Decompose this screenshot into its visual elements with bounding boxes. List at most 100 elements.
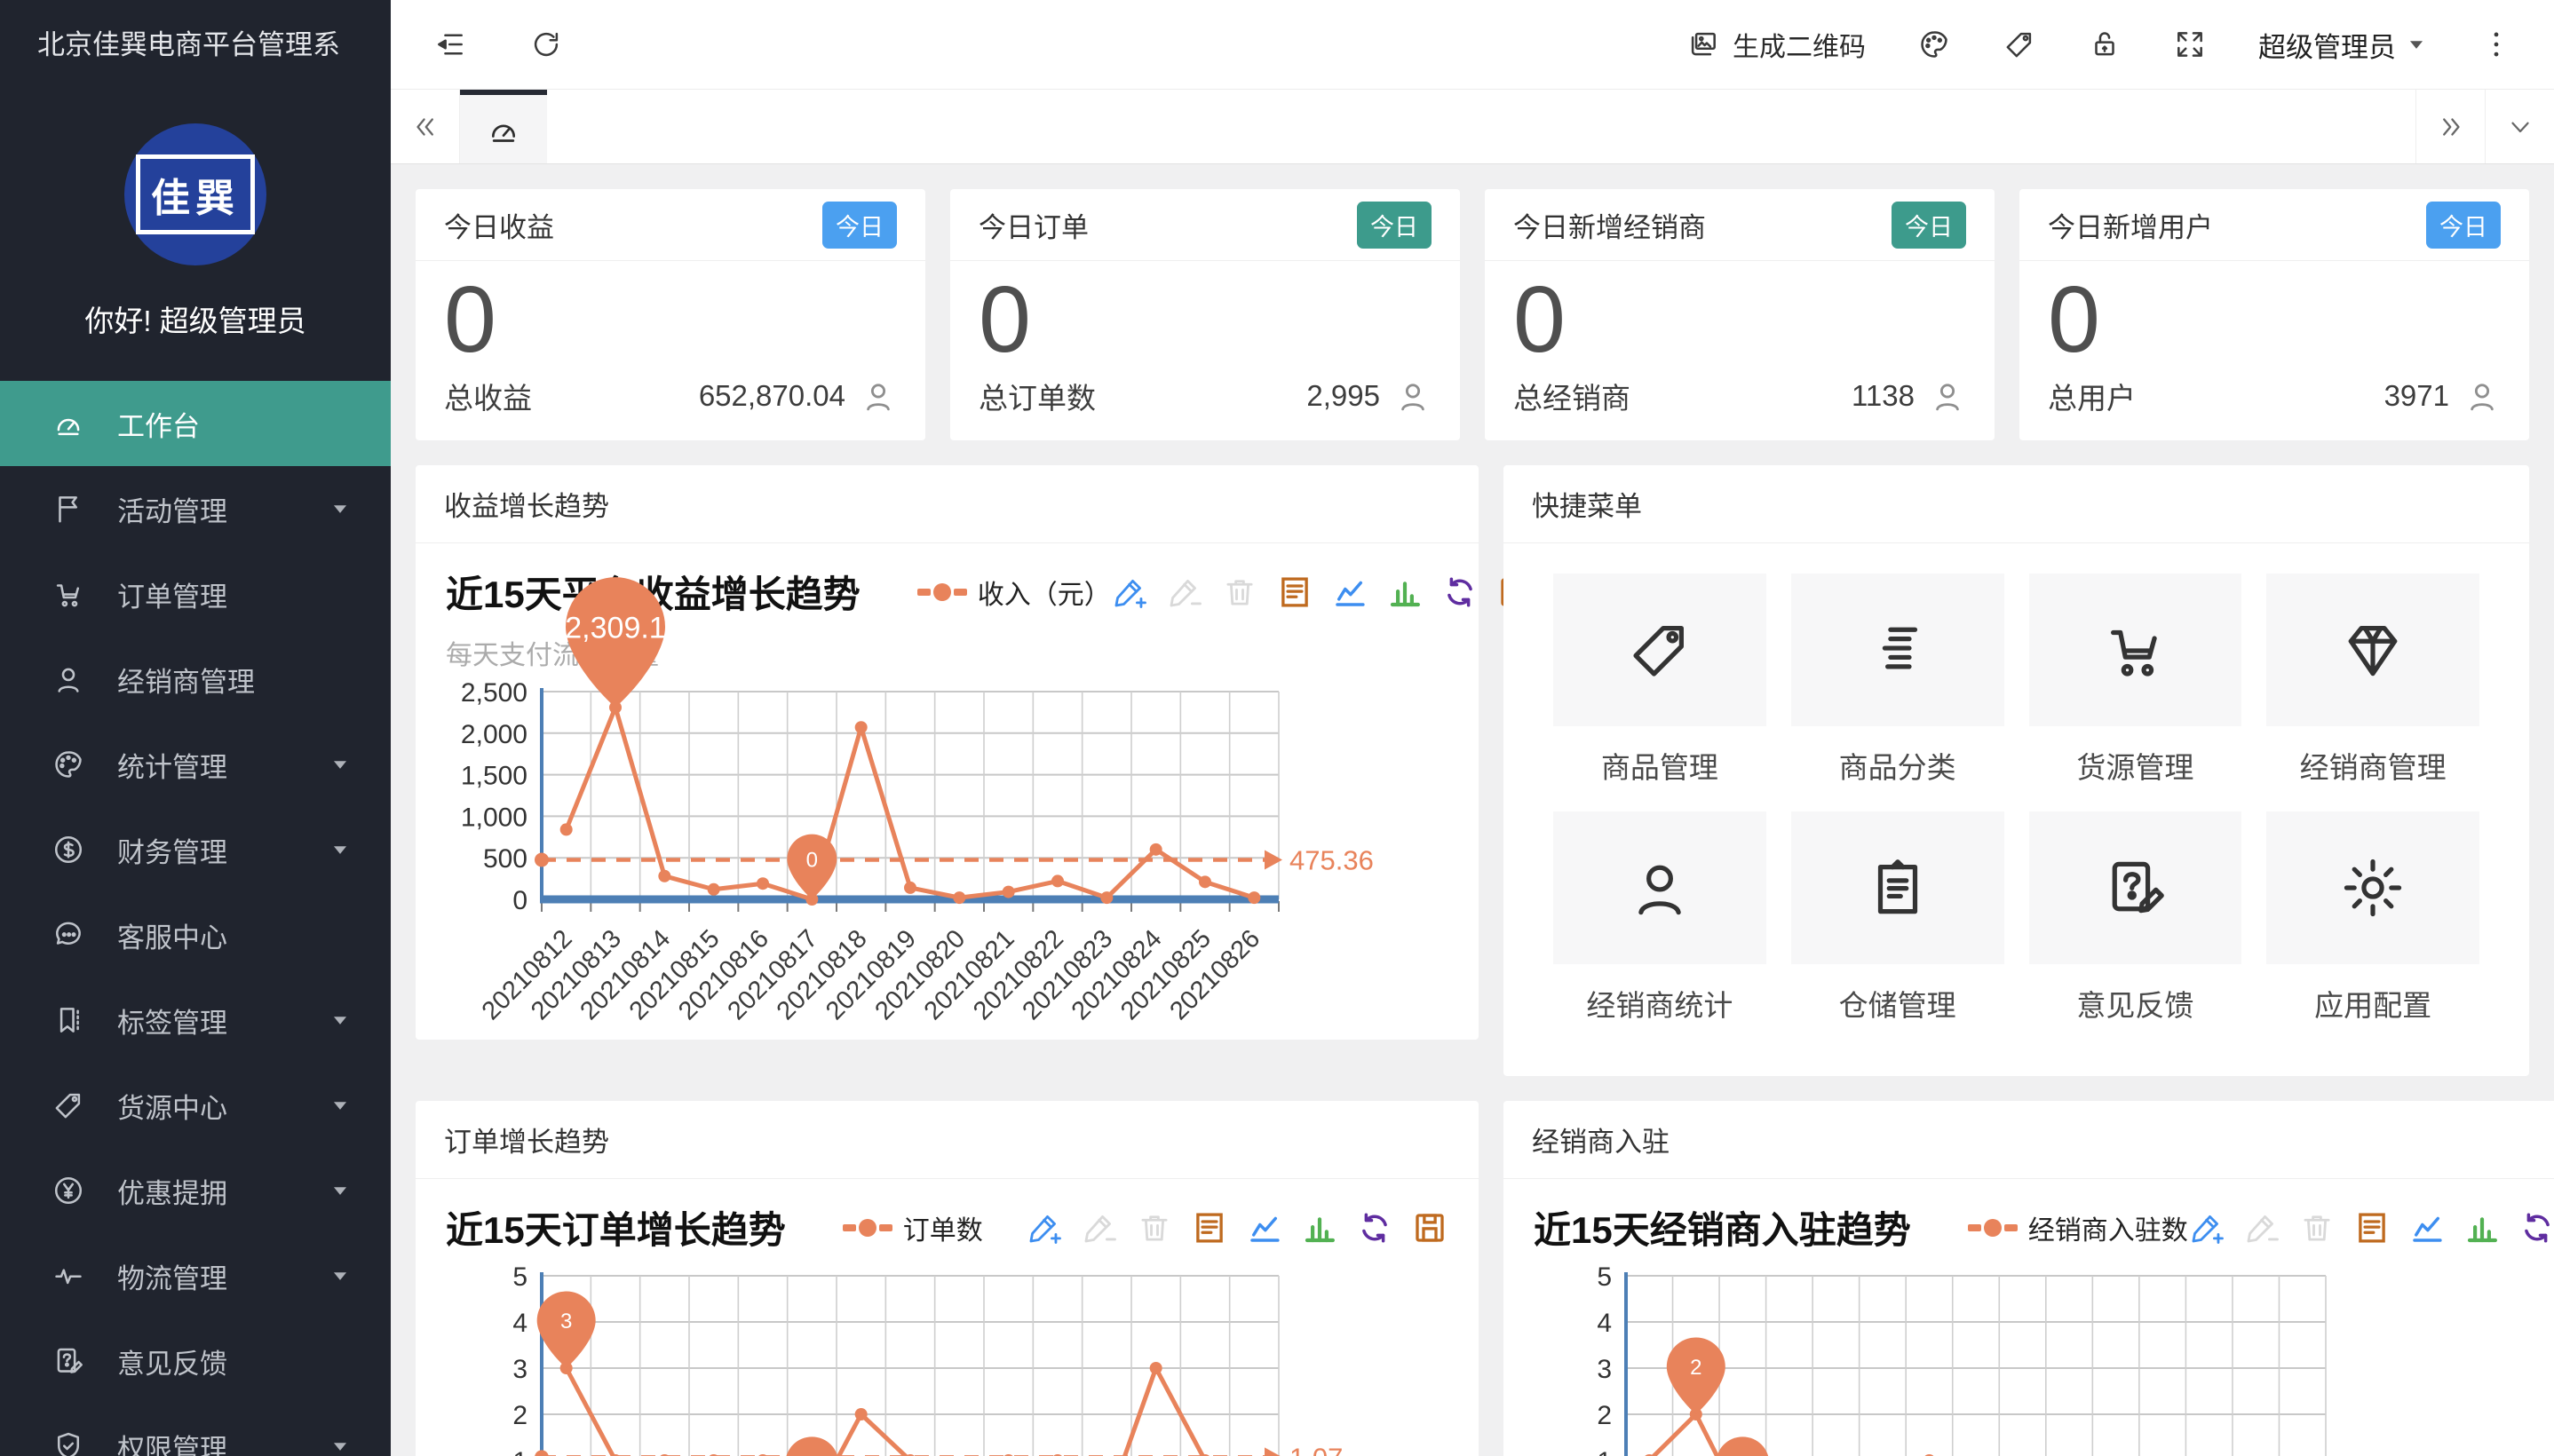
user-icon bbox=[1625, 853, 1694, 922]
chat-icon bbox=[52, 918, 85, 952]
quick-menu-label: 意见反馈 bbox=[2029, 982, 2242, 1025]
sidebar-item-10[interactable]: 物流管理 bbox=[0, 1233, 391, 1318]
sidebar-item-label: 工作台 bbox=[117, 404, 200, 444]
quick-menu-item-0[interactable]: 商品管理 bbox=[1553, 574, 1766, 811]
tabs-scroll-left-button[interactable] bbox=[391, 90, 460, 163]
svg-text:2,309.1: 2,309.1 bbox=[565, 611, 665, 645]
trash-icon[interactable] bbox=[2298, 1209, 2336, 1246]
sidebar-item-3[interactable]: 经销商管理 bbox=[0, 637, 391, 722]
edit-remove-icon[interactable] bbox=[2243, 1209, 2280, 1246]
row-middle: 收益增长趋势近15天平台收益增长趋势收入（元）每天支付流水总量05001,000… bbox=[416, 465, 2529, 1076]
chart-titlebar: 近15天经销商入驻趋势经销商入驻数 bbox=[1534, 1200, 2554, 1254]
refresh-cycle-icon[interactable] bbox=[1356, 1209, 1393, 1246]
tabs-dropdown-button[interactable] bbox=[2485, 90, 2554, 163]
refresh-cycle-icon[interactable] bbox=[2518, 1209, 2554, 1246]
sidebar-item-label: 统计管理 bbox=[117, 745, 227, 785]
stat-today-value: 0 bbox=[2048, 266, 2501, 375]
lock-screen-icon[interactable] bbox=[2088, 28, 2122, 61]
sidebar-item-5[interactable]: 财务管理 bbox=[0, 807, 391, 892]
svg-text:1: 1 bbox=[512, 1447, 527, 1456]
chart-legend[interactable]: 经销商入驻数 bbox=[1968, 1208, 2188, 1247]
svg-text:3: 3 bbox=[512, 1355, 527, 1384]
quick-menu-item-6[interactable]: 意见反馈 bbox=[2029, 811, 2242, 1049]
doc-list-icon[interactable] bbox=[1276, 574, 1313, 611]
sidebar-item-1[interactable]: 活动管理 bbox=[0, 466, 391, 551]
svg-text:0: 0 bbox=[806, 848, 818, 872]
quick-menu-item-3[interactable]: 经销商管理 bbox=[2266, 574, 2479, 811]
tab-bar bbox=[391, 90, 2554, 164]
sidebar-item-7[interactable]: 标签管理 bbox=[0, 977, 391, 1063]
stats-row: 今日收益今日0总收益652,870.04今日订单今日0总订单数2,995今日新增… bbox=[416, 189, 2529, 440]
edit-remove-icon[interactable] bbox=[1166, 574, 1203, 611]
edit-add-icon[interactable] bbox=[1026, 1209, 1063, 1246]
logo-circle: 佳巽 bbox=[124, 123, 266, 265]
svg-text:5: 5 bbox=[512, 1262, 527, 1292]
trash-icon[interactable] bbox=[1221, 574, 1258, 611]
quick-menu-item-7[interactable]: 应用配置 bbox=[2266, 811, 2479, 1049]
caret-down-icon bbox=[329, 1094, 352, 1117]
refresh-page-icon[interactable] bbox=[529, 28, 563, 61]
edit-add-icon[interactable] bbox=[1111, 574, 1148, 611]
doc-list-icon[interactable] bbox=[2353, 1209, 2391, 1246]
caret-down-icon bbox=[329, 497, 352, 520]
sidebar-item-2[interactable]: 订单管理 bbox=[0, 551, 391, 637]
tag-icon[interactable] bbox=[2003, 28, 2036, 61]
sidebar-item-9[interactable]: 优惠提拥 bbox=[0, 1148, 391, 1233]
user-menu[interactable]: 超级管理员 bbox=[2258, 25, 2428, 65]
quick-menu-item-4[interactable]: 经销商统计 bbox=[1553, 811, 1766, 1049]
stat-card-footer: 总经销商1138 bbox=[1513, 375, 1966, 417]
edit-add-icon[interactable] bbox=[2188, 1209, 2225, 1246]
chart-legend[interactable]: 收入（元） bbox=[917, 573, 1111, 612]
bar-chart-icon[interactable] bbox=[2463, 1209, 2501, 1246]
app-layout: 北京佳巽电商平台管理系 佳巽 你好! 超级管理员 工作台活动管理订单管理经销商管… bbox=[0, 0, 2554, 1456]
chart-legend[interactable]: 订单数 bbox=[843, 1208, 983, 1247]
sidebar-item-11[interactable]: 意见反馈 bbox=[0, 1318, 391, 1404]
sidebar-item-12[interactable]: 权限管理 bbox=[0, 1404, 391, 1456]
tabs-scroll-right-button[interactable] bbox=[2415, 90, 2485, 163]
tab-dashboard[interactable] bbox=[460, 90, 547, 163]
trash-icon[interactable] bbox=[1136, 1209, 1173, 1246]
edit-remove-icon[interactable] bbox=[1081, 1209, 1118, 1246]
svg-text:4: 4 bbox=[1597, 1309, 1612, 1338]
row-bottom: 订单增长趋势近15天订单增长趋势订单数012345202108122021081… bbox=[416, 1101, 2529, 1456]
svg-text:2,500: 2,500 bbox=[461, 678, 527, 708]
sidebar-item-label: 标签管理 bbox=[117, 1001, 227, 1041]
stat-card-title: 今日新增经销商 bbox=[1513, 205, 1706, 245]
generate-qr-button[interactable]: 生成二维码 bbox=[1686, 25, 1866, 64]
legend-marker-dot bbox=[1984, 1219, 2002, 1237]
sidebar-item-6[interactable]: 客服中心 bbox=[0, 892, 391, 977]
legend-label: 收入（元） bbox=[978, 573, 1111, 612]
quick-menu-item-5[interactable]: 仓储管理 bbox=[1791, 811, 2004, 1049]
stat-footer-value: 1138 bbox=[1852, 379, 1915, 413]
refresh-cycle-icon[interactable] bbox=[1441, 574, 1479, 611]
today-badge: 今日 bbox=[2426, 202, 2501, 249]
topbar-left bbox=[433, 28, 563, 61]
chart-card-2: 经销商入驻近15天经销商入驻趋势经销商入驻数012345202108122021… bbox=[1503, 1101, 2554, 1456]
quick-menu-label: 商品分类 bbox=[1791, 744, 2004, 787]
bar-chart-icon[interactable] bbox=[1301, 1209, 1338, 1246]
stat-today-value: 0 bbox=[1513, 266, 1966, 375]
more-options-icon[interactable] bbox=[2479, 28, 2513, 61]
caret-down-icon bbox=[329, 1264, 352, 1287]
line-chart-icon[interactable] bbox=[1246, 1209, 1283, 1246]
sidebar-item-4[interactable]: 统计管理 bbox=[0, 722, 391, 807]
quick-menu-item-2[interactable]: 货源管理 bbox=[2029, 574, 2242, 811]
svg-text:2: 2 bbox=[1597, 1401, 1612, 1430]
content-area: 今日收益今日0总收益652,870.04今日订单今日0总订单数2,995今日新增… bbox=[391, 164, 2554, 1456]
theme-palette-icon[interactable] bbox=[1917, 28, 1951, 61]
category-icon bbox=[1863, 615, 1932, 684]
bar-chart-icon[interactable] bbox=[1386, 574, 1424, 611]
stat-card-1: 今日订单今日0总订单数2,995 bbox=[950, 189, 1460, 440]
doc-list-icon[interactable] bbox=[1191, 1209, 1228, 1246]
svg-text:475.36: 475.36 bbox=[1289, 845, 1374, 876]
collapse-menu-icon[interactable] bbox=[433, 28, 467, 61]
caret-down-icon bbox=[329, 1179, 352, 1202]
fullscreen-icon[interactable] bbox=[2173, 28, 2207, 61]
save-icon[interactable] bbox=[1411, 1209, 1448, 1246]
line-chart-icon[interactable] bbox=[1331, 574, 1368, 611]
caret-down-icon bbox=[329, 838, 352, 861]
sidebar-item-8[interactable]: 货源中心 bbox=[0, 1063, 391, 1148]
line-chart-icon[interactable] bbox=[2408, 1209, 2446, 1246]
sidebar-item-0[interactable]: 工作台 bbox=[0, 381, 391, 466]
quick-menu-item-1[interactable]: 商品分类 bbox=[1791, 574, 2004, 811]
